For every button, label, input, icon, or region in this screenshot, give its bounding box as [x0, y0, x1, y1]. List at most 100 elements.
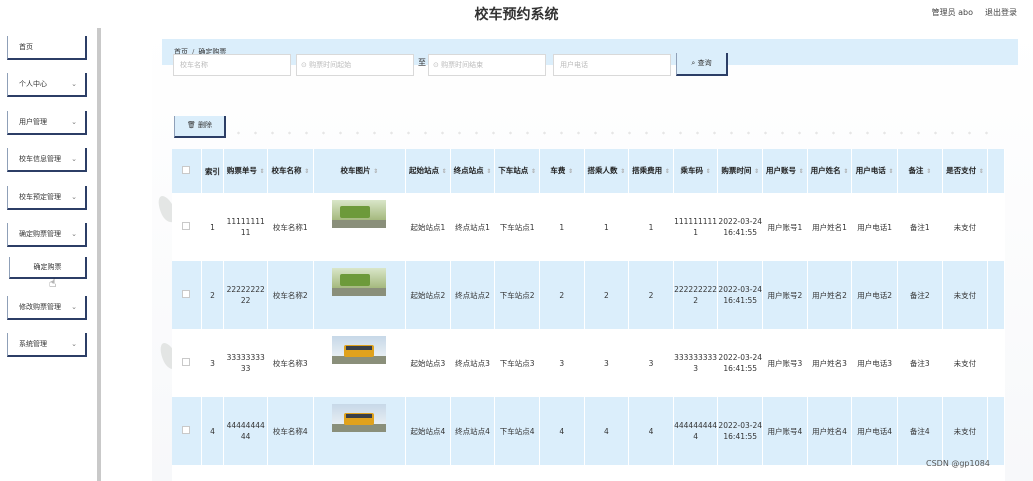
- chevron-down-icon: ⌄: [71, 118, 77, 126]
- cell-user-phone: 用户电话2: [851, 261, 898, 329]
- cell-drop-station: 下车站点2: [494, 261, 540, 329]
- bus-photo: [332, 267, 387, 296]
- sidebar-subitem-ticket-confirm[interactable]: 确定购票: [9, 257, 87, 279]
- ticket-time-start-input[interactable]: ⊙ 购票时间起始: [296, 54, 414, 76]
- delete-button[interactable]: 🗑 删除: [174, 116, 226, 138]
- cell-drop-station: 下车站点3: [494, 329, 540, 397]
- cell-ride-code: 2222222222: [673, 261, 719, 329]
- cell-user-phone: 用户电话4: [851, 397, 898, 465]
- cell-drop-station: 下车站点1: [494, 193, 540, 261]
- cell-ride-code: 3333333333: [673, 329, 719, 397]
- chevron-down-icon: ⌄: [71, 193, 77, 201]
- sidebar-item-label: 确定购票: [33, 263, 62, 271]
- cell-index: 3: [201, 329, 225, 397]
- column-header[interactable]: 搭乘费用 ⇕: [628, 149, 674, 193]
- column-header[interactable]: 用户账号 ⇕: [762, 149, 808, 193]
- column-header[interactable]: 购票时间 ⇕: [717, 149, 764, 193]
- sort-icon: ⇕: [568, 168, 574, 175]
- cell-ticket-time: 2022-03-24 16:41:55: [717, 329, 764, 397]
- sidebar-item-label: 个人中心: [19, 80, 47, 88]
- column-header[interactable]: 乘车码 ⇕: [673, 149, 719, 193]
- cell-bus-name: 校车名称2: [267, 261, 314, 329]
- table-row[interactable]: 1 1111111111 校车名称1 起始站点1 终点站点1 下车站点1 1 1…: [172, 193, 1005, 261]
- cell-start-station: 起始站点1: [405, 193, 451, 261]
- column-header[interactable]: 校车图片 ⇕: [313, 149, 407, 193]
- chevron-down-icon: ⌄: [71, 155, 77, 163]
- column-header[interactable]: 用户姓名 ⇕: [807, 149, 853, 193]
- cell-user-account: 用户账号1: [762, 193, 808, 261]
- sidebar-item-label: 系统管理: [19, 340, 47, 348]
- column-header[interactable]: 终点站点 ⇕: [450, 149, 496, 193]
- cell-cost: 2: [628, 261, 674, 329]
- select-all-checkbox[interactable]: [172, 149, 202, 193]
- sort-icon: ⇕: [843, 168, 849, 175]
- column-header[interactable]: 下车站点 ⇕: [494, 149, 540, 193]
- column-header[interactable]: 车费 ⇕: [539, 149, 585, 193]
- column-header[interactable]: 备注 ⇕: [897, 149, 943, 193]
- sort-icon: ⇕: [259, 168, 265, 175]
- cell-ticket-time: 2022-03-24 16:41:55: [717, 193, 764, 261]
- search-button[interactable]: ⌕ 查询: [676, 53, 728, 76]
- logout-link[interactable]: 退出登录: [985, 7, 1017, 18]
- bus-name-search-input[interactable]: 校车名称: [173, 54, 291, 76]
- cell-order-number: 4444444444: [223, 397, 268, 465]
- column-header[interactable]: 用户电话 ⇕: [851, 149, 898, 193]
- sidebar-item-label: 修改购票管理: [19, 303, 61, 311]
- column-header[interactable]: 起始站点 ⇕: [405, 149, 451, 193]
- cell-bus-name: 校车名称4: [267, 397, 314, 465]
- chevron-up-icon: ⌄: [71, 230, 77, 238]
- sort-icon: ⇕: [754, 168, 760, 175]
- app-title: 校车预约系统: [474, 7, 559, 23]
- date-range-separator: 至: [418, 58, 426, 67]
- sidebar-item-personal-center[interactable]: 个人中心 ⌄: [7, 73, 87, 97]
- cell-user-name: 用户姓名2: [807, 261, 853, 329]
- sort-icon: ⇕: [798, 168, 804, 175]
- row-checkbox[interactable]: [172, 193, 202, 261]
- sidebar-item-bus-info-management[interactable]: 校车信息管理 ⌄: [7, 148, 87, 172]
- row-checkbox[interactable]: [172, 397, 202, 465]
- column-header-extra: [987, 149, 1005, 193]
- sidebar-item-bus-booking-management[interactable]: 校车预定管理 ⌄: [7, 186, 87, 210]
- table-row[interactable]: 2 2222222222 校车名称2 起始站点2 终点站点2 下车站点2 2 2…: [172, 261, 1005, 329]
- column-header[interactable]: 索引: [201, 149, 225, 193]
- cell-note: 备注3: [897, 329, 943, 397]
- column-header[interactable]: 校车名称 ⇕: [267, 149, 314, 193]
- sidebar-item-ticket-confirm-management[interactable]: 确定购票管理 ⌄: [7, 223, 87, 247]
- sidebar-item-label: 校车预定管理: [19, 193, 61, 201]
- row-checkbox[interactable]: [172, 329, 202, 397]
- bus-photo: [332, 335, 387, 364]
- ticket-time-end-input[interactable]: ⊙ 购票时间结束: [428, 54, 546, 76]
- cell-fare: 1: [539, 193, 585, 261]
- row-checkbox[interactable]: [172, 261, 202, 329]
- cell-extra: [987, 329, 1005, 397]
- sort-icon: ⇕: [530, 168, 536, 175]
- sort-icon: ⇕: [926, 168, 932, 175]
- app-window: 校车预约系统 管理员 abo 退出登录 首页 个人中心 ⌄ 用户管理 ⌄ 校车信…: [0, 0, 1033, 481]
- cell-ride-code: 1111111111: [673, 193, 719, 261]
- cell-bus-image: [313, 193, 407, 261]
- cell-user-account: 用户账号3: [762, 329, 808, 397]
- sidebar-item-home[interactable]: 首页: [7, 36, 87, 60]
- dots-decoration: [230, 128, 1000, 138]
- sidebar-item-ticket-change-management[interactable]: 修改购票管理 ⌄: [7, 296, 87, 320]
- sidebar-item-system-management[interactable]: 系统管理 ⌄: [7, 333, 87, 357]
- cell-note: 备注2: [897, 261, 943, 329]
- table-row[interactable]: 3 3333333333 校车名称3 起始站点3 终点站点3 下车站点3 3 3…: [172, 329, 1005, 397]
- cell-user-phone: 用户电话3: [851, 329, 898, 397]
- cell-paid-status: 未支付: [942, 193, 989, 261]
- column-header[interactable]: 是否支付 ⇕: [942, 149, 989, 193]
- chevron-down-icon: ⌄: [71, 303, 77, 311]
- sort-icon: ⇕: [978, 168, 984, 175]
- cell-fare: 2: [539, 261, 585, 329]
- cell-bus-image: [313, 397, 407, 465]
- cell-user-name: 用户姓名3: [807, 329, 853, 397]
- sidebar-item-user-management[interactable]: 用户管理 ⌄: [7, 111, 87, 135]
- user-phone-search-input[interactable]: 用户电话: [553, 54, 671, 76]
- column-header[interactable]: 购票单号 ⇕: [223, 149, 268, 193]
- table-row[interactable]: 4 4444444444 校车名称4 起始站点4 终点站点4 下车站点4 4 4…: [172, 397, 1005, 465]
- cell-paid-status: 未支付: [942, 397, 989, 465]
- tickets-table: 索引 购票单号 ⇕ 校车名称 ⇕ 校车图片 ⇕ 起始站点 ⇕ 终点站点 ⇕ 下车…: [172, 149, 1005, 481]
- cell-user-name: 用户姓名4: [807, 397, 853, 465]
- sort-icon: ⇕: [664, 168, 670, 175]
- column-header[interactable]: 搭乘人数 ⇕: [584, 149, 630, 193]
